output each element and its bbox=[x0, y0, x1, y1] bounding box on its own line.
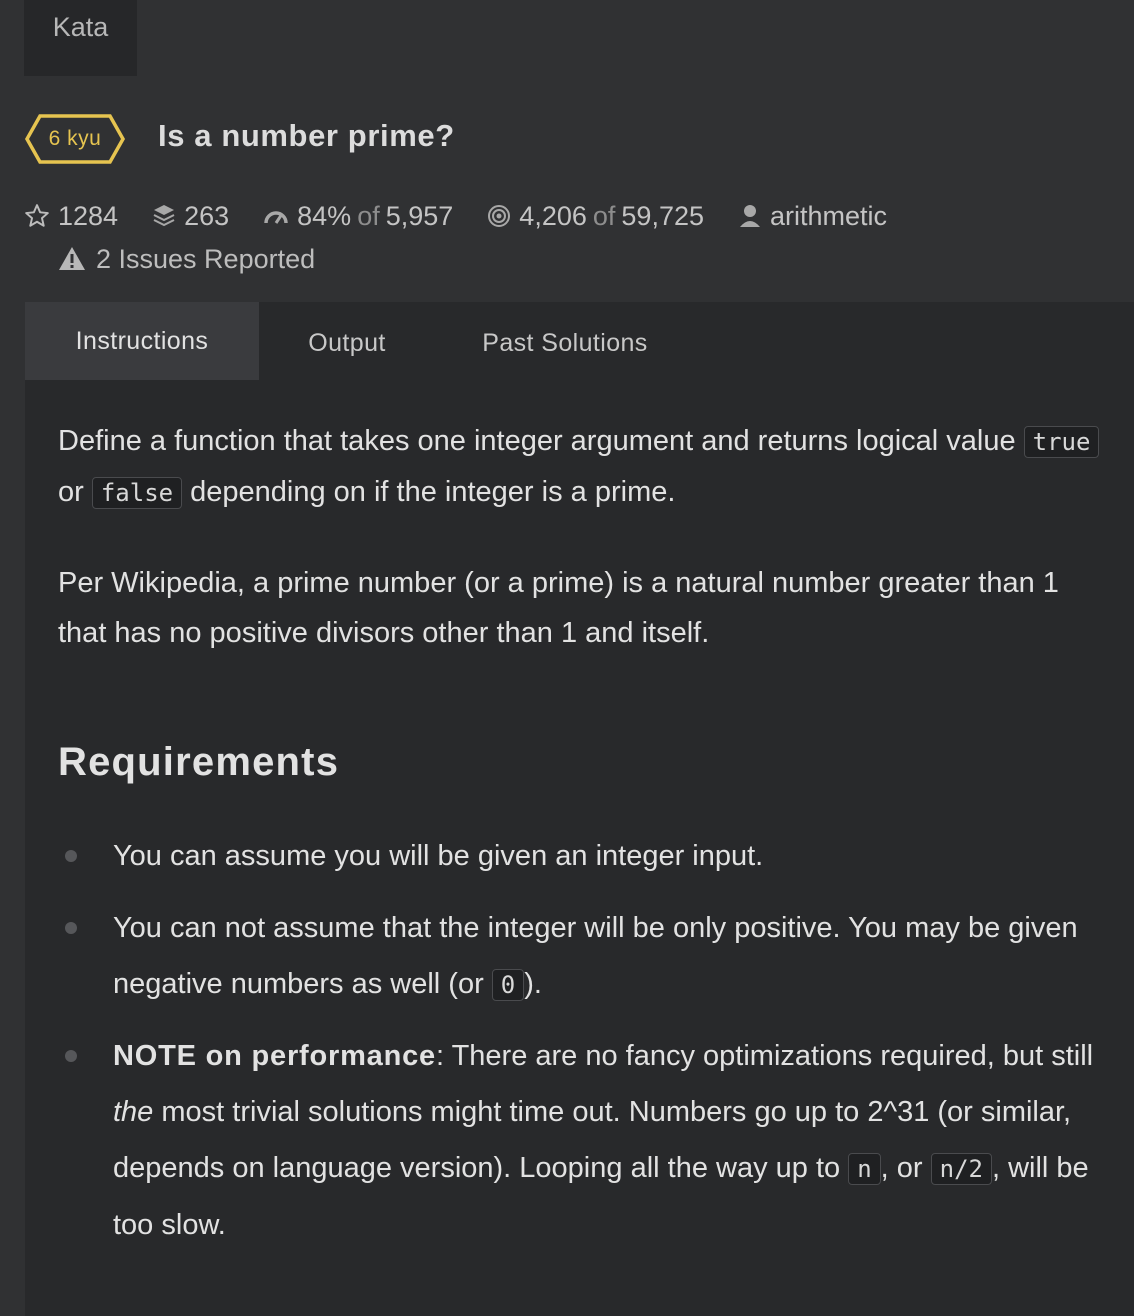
instructions-panel: Define a function that takes one integer… bbox=[25, 380, 1134, 1316]
kata-nav-tab[interactable]: Kata bbox=[24, 0, 137, 76]
rank-label: 6 kyu bbox=[48, 127, 102, 150]
tab-instructions-label: Instructions bbox=[75, 326, 209, 355]
star-icon bbox=[25, 204, 49, 227]
code-n-half: n/2 bbox=[930, 1153, 992, 1185]
satisfaction-votes: 5,957 bbox=[385, 200, 454, 231]
requirements-heading: Requirements bbox=[58, 740, 340, 784]
requirement-item-3: NOTE on performance: There are no fancy … bbox=[113, 1040, 1094, 1241]
target-icon bbox=[488, 205, 511, 227]
bullet-2 bbox=[65, 922, 77, 934]
tab-output-label: Output bbox=[308, 328, 386, 357]
code-false: false bbox=[91, 477, 183, 509]
bullet-1 bbox=[65, 850, 77, 862]
issues-reported[interactable]: 2 Issues Reported bbox=[58, 240, 315, 278]
kata-stats: 1284 263 84% of 5,957 4,206 of 59,725 ar… bbox=[24, 196, 921, 236]
code-true: true bbox=[1023, 426, 1100, 458]
description-paragraph-1: Define a function that takes one integer… bbox=[58, 416, 1103, 518]
collections-stat[interactable]: 263 bbox=[152, 201, 229, 232]
stars-count: 1284 bbox=[58, 200, 119, 231]
layers-icon bbox=[153, 205, 175, 227]
author-name: arithmetic bbox=[770, 200, 888, 231]
collections-count: 263 bbox=[184, 200, 230, 231]
satisfaction-percent: 84% bbox=[297, 200, 352, 231]
kata-nav-tab-label: Kata bbox=[52, 12, 109, 42]
bullet-3 bbox=[65, 1050, 77, 1062]
warning-icon bbox=[59, 247, 85, 270]
kata-title: Is a number prime? bbox=[158, 118, 455, 153]
satisfaction-stat: 84% of 5,957 bbox=[263, 201, 453, 232]
author-stat[interactable]: arithmetic bbox=[738, 201, 887, 232]
kata-page: Kata 6 kyu Is a number prime? 1284 263 8… bbox=[0, 0, 1134, 1316]
tab-past-solutions-label: Past Solutions bbox=[482, 328, 648, 357]
requirement-item-1: You can assume you will be given an inte… bbox=[113, 840, 764, 872]
stars-stat[interactable]: 1284 bbox=[24, 201, 118, 232]
tab-instructions[interactable]: Instructions bbox=[25, 302, 259, 380]
satisfaction-of: of bbox=[357, 200, 380, 231]
completed-of: of bbox=[592, 200, 616, 231]
kata-tabs: Instructions Output Past Solutions bbox=[25, 302, 1134, 380]
attempts-count: 59,725 bbox=[621, 200, 704, 231]
requirement-item-2: You can not assume that the integer will… bbox=[113, 912, 1078, 1001]
tab-output[interactable]: Output bbox=[259, 302, 435, 380]
issues-label: 2 Issues Reported bbox=[96, 243, 316, 274]
rank-badge: 6 kyu bbox=[24, 113, 126, 165]
completed-count: 4,206 bbox=[519, 200, 587, 231]
user-icon bbox=[740, 205, 760, 227]
code-zero: 0 bbox=[491, 969, 525, 1001]
gauge-icon bbox=[264, 211, 288, 224]
note-performance: NOTE on performance bbox=[113, 1040, 436, 1072]
description-paragraph-2: Per Wikipedia, a prime number (or a prim… bbox=[58, 567, 1059, 649]
tab-past-solutions[interactable]: Past Solutions bbox=[465, 302, 665, 380]
completed-stat: 4,206 of 59,725 bbox=[487, 201, 704, 232]
code-n: n bbox=[848, 1153, 881, 1185]
